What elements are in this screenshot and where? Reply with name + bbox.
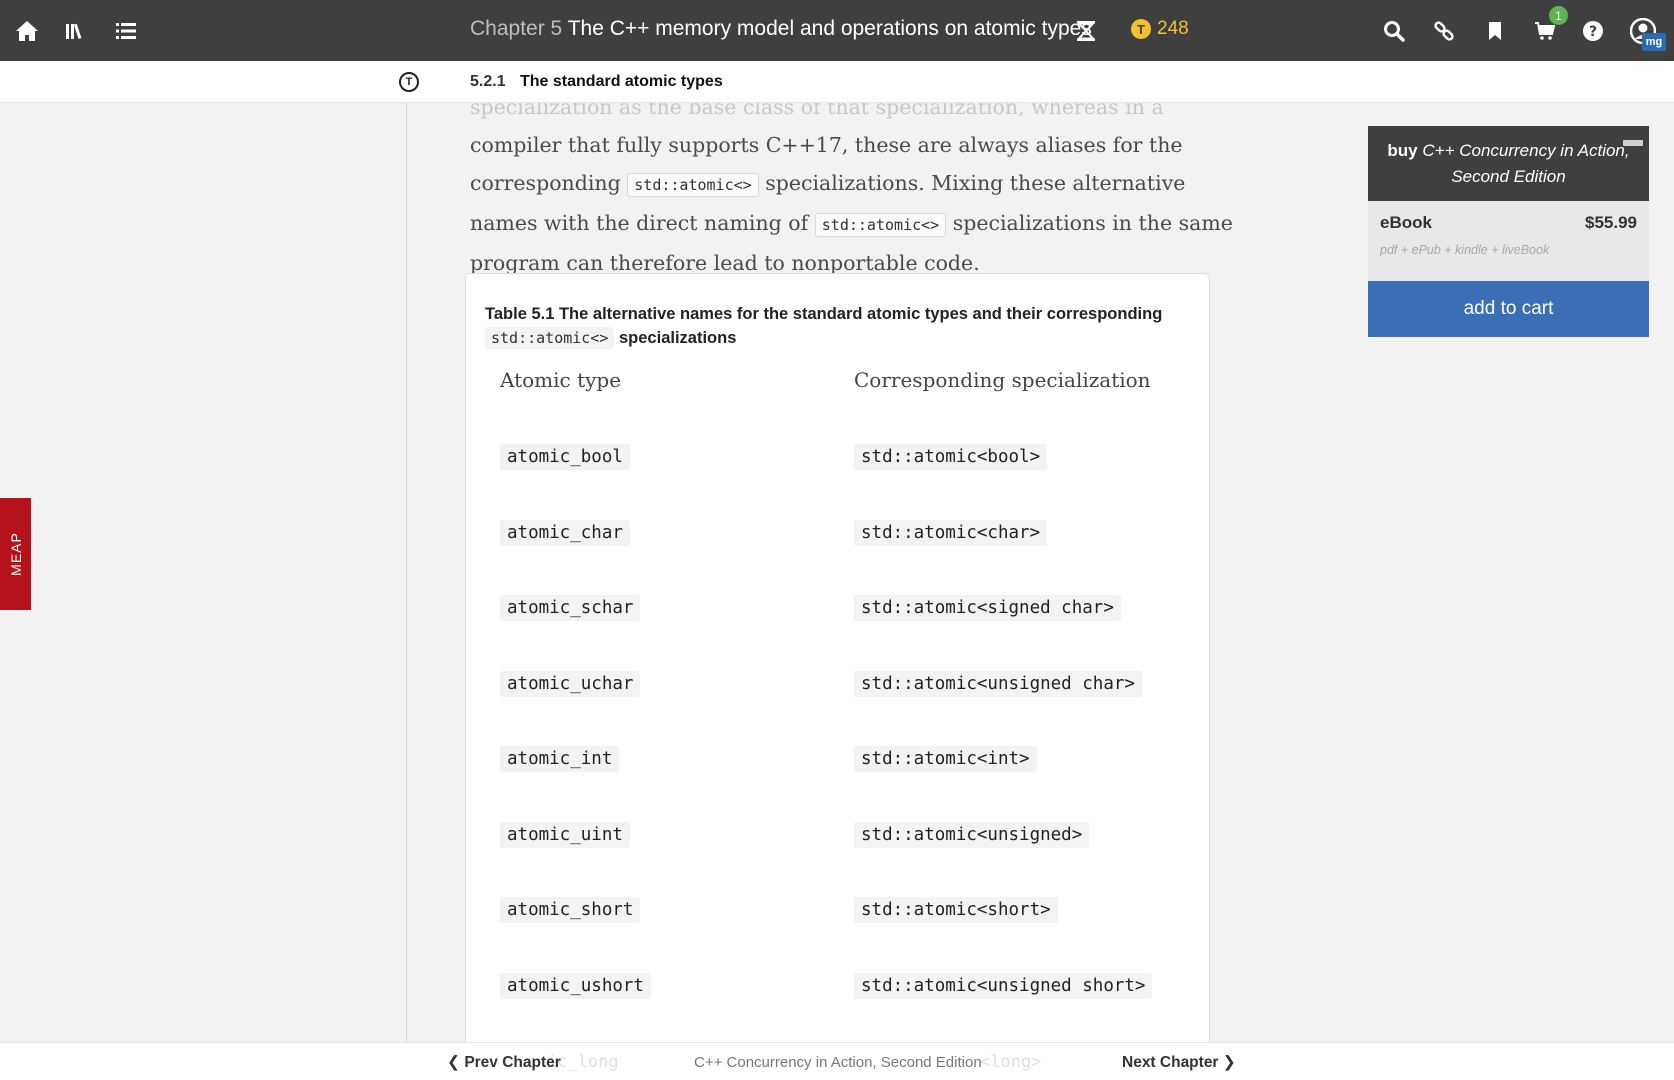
atomic-type-cell: atomic_char bbox=[500, 520, 630, 546]
atomic-type-cell: atomic_bool bbox=[500, 444, 630, 470]
bookmark-icon[interactable] bbox=[1482, 18, 1508, 44]
specialization-cell: std::atomic<unsigned char> bbox=[854, 671, 1142, 697]
search-icon[interactable] bbox=[1381, 18, 1407, 44]
table-card: Table 5.1 The alternative names for the … bbox=[465, 273, 1210, 1053]
column-header-atomic-type: Atomic type bbox=[500, 368, 622, 392]
next-chapter-button[interactable]: Next Chapter ❯ bbox=[1122, 1053, 1236, 1072]
paragraph-line: compiler that fully supports C++17, thes… bbox=[470, 133, 1183, 157]
atomic-type-cell: atomic_ushort bbox=[500, 973, 651, 999]
caption-tail: specializations bbox=[619, 329, 737, 347]
text-fragment: corresponding bbox=[470, 171, 621, 195]
caption-text: Table 5.1 The alternative names for the … bbox=[485, 305, 1163, 323]
token-balance[interactable]: T 248 bbox=[1131, 18, 1189, 40]
atomic-type-cell: atomic_schar bbox=[500, 595, 641, 621]
cart-count-badge: 1 bbox=[1549, 6, 1568, 25]
buy-word: buy bbox=[1387, 141, 1418, 160]
ebook-option[interactable]: eBook $55.99 pdf + ePub + kindle + liveB… bbox=[1368, 201, 1649, 281]
atomic-type-cell: atomic_short bbox=[500, 897, 641, 923]
specialization-cell: std::atomic<bool> bbox=[854, 444, 1048, 470]
chapter-title[interactable]: Chapter 5 The C++ memory model and opera… bbox=[470, 17, 1092, 41]
paragraph-line: corresponding std::atomic<> specializati… bbox=[470, 164, 1210, 204]
atomic-type-cell: atomic_int bbox=[500, 746, 620, 772]
meap-label: MEAP bbox=[7, 532, 24, 576]
inline-code: std::atomic<> bbox=[814, 213, 947, 237]
meap-tab[interactable]: MEAP bbox=[0, 498, 31, 610]
home-icon[interactable] bbox=[14, 18, 40, 44]
ebook-price: $55.99 bbox=[1585, 213, 1637, 232]
specialization-cell: std::atomic<short> bbox=[854, 897, 1058, 923]
column-header-specialization: Corresponding specialization bbox=[854, 368, 1151, 392]
content-divider bbox=[406, 103, 407, 1043]
link-icon[interactable] bbox=[1431, 18, 1457, 44]
atomic-type-cell: atomic_uchar bbox=[500, 671, 641, 697]
section-number: 5.2.1 bbox=[470, 73, 506, 90]
inline-code: std::atomic<> bbox=[627, 173, 759, 197]
help-icon[interactable]: ? bbox=[1580, 18, 1606, 44]
specialization-cell: std::atomic<signed char> bbox=[854, 595, 1121, 621]
section-header: T 5.2.1 The standard atomic types bbox=[0, 61, 1674, 103]
minimize-icon[interactable] bbox=[1623, 140, 1643, 146]
add-to-cart-button[interactable]: add to cart bbox=[1368, 281, 1649, 337]
section-title: The standard atomic types bbox=[520, 73, 723, 90]
text-fragment: specializations. Mixing these alternativ… bbox=[765, 171, 1186, 195]
token-count: 248 bbox=[1157, 18, 1189, 39]
specialization-cell: std::atomic<char> bbox=[854, 520, 1048, 546]
token-icon: T bbox=[1131, 19, 1151, 39]
specialization-cell: std::atomic<unsigned> bbox=[854, 822, 1090, 848]
next-chapter-label: Next Chapter bbox=[1122, 1054, 1219, 1071]
prev-chapter-label: Prev Chapter bbox=[464, 1054, 561, 1071]
specialization-cell: std::atomic<unsigned short> bbox=[854, 973, 1153, 999]
book-title: C++ Concurrency in Action, Second Editio… bbox=[1422, 141, 1630, 186]
paragraph-line: names with the direct naming of std::ato… bbox=[470, 204, 1233, 244]
table-of-contents-icon[interactable] bbox=[113, 18, 139, 44]
ebook-label: eBook bbox=[1380, 213, 1432, 232]
chevron-right-icon: ❯ bbox=[1222, 1054, 1236, 1071]
section-toc-icon[interactable]: T bbox=[399, 72, 419, 92]
specialization-cell: std::atomic<int> bbox=[854, 746, 1037, 772]
buy-panel-header: buy C++ Concurrency in Action, Second Ed… bbox=[1368, 126, 1649, 201]
library-icon[interactable] bbox=[61, 18, 87, 44]
svg-text:?: ? bbox=[1589, 24, 1597, 40]
prev-chapter-button[interactable]: ❮ Prev Chapter bbox=[447, 1053, 561, 1072]
caption-code: std::atomic<> bbox=[485, 327, 615, 349]
buy-panel: buy C++ Concurrency in Action, Second Ed… bbox=[1368, 126, 1649, 337]
chapter-name: The C++ memory model and operations on a… bbox=[567, 17, 1092, 40]
user-initials-badge: mg bbox=[1642, 33, 1666, 51]
chapter-body-text: specialization as the base class of that… bbox=[470, 88, 1233, 282]
hourglass-icon[interactable] bbox=[1073, 18, 1099, 44]
top-bar: Chapter 5 The C++ memory model and opera… bbox=[0, 0, 1674, 61]
ebook-formats: pdf + ePub + kindle + liveBook bbox=[1380, 243, 1550, 257]
book-name: C++ Concurrency in Action, Second Editio… bbox=[694, 1054, 982, 1071]
text-fragment: names with the direct naming of bbox=[470, 211, 809, 235]
chevron-left-icon: ❮ bbox=[447, 1054, 460, 1071]
bottom-navigation: ic_long <long> ❮ Prev Chapter C++ Concur… bbox=[0, 1042, 1674, 1080]
text-fragment: specializations in the same bbox=[952, 211, 1233, 235]
partial-specialization-cell: <long> bbox=[980, 1052, 1042, 1072]
atomic-type-cell: atomic_uint bbox=[500, 822, 630, 848]
table-caption: Table 5.1 The alternative names for the … bbox=[485, 302, 1185, 350]
chapter-number: Chapter 5 bbox=[470, 17, 563, 40]
